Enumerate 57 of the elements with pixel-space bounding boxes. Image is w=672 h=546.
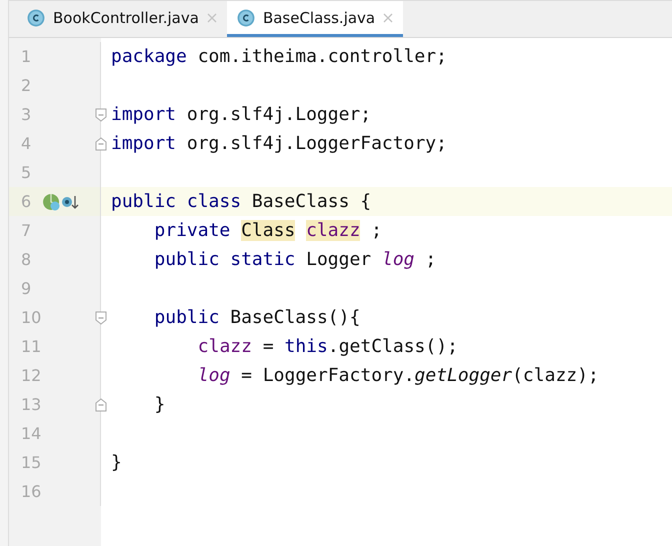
code-text: } — [111, 452, 122, 473]
line-number: 16 — [21, 482, 42, 501]
close-icon[interactable] — [383, 12, 394, 22]
keyword: public — [154, 307, 220, 328]
line-number: 4 — [21, 134, 32, 153]
line-number: 10 — [21, 308, 42, 327]
line-number: 13 — [21, 395, 42, 414]
field-name: log — [198, 365, 230, 386]
code-text: com.itheima.controller; — [196, 46, 447, 67]
fold-marker-icon[interactable] — [95, 136, 107, 150]
line-number: 9 — [21, 279, 32, 298]
keyword: class — [186, 191, 242, 212]
code-text: BaseClass(){ — [229, 307, 360, 328]
fold-marker-icon[interactable] — [95, 398, 107, 412]
code-text: } — [154, 394, 166, 415]
keyword: import — [111, 133, 176, 154]
line-number: 11 — [21, 337, 42, 356]
tab-label: BookController.java — [53, 8, 199, 26]
field-name: log — [382, 249, 414, 270]
keyword: private — [154, 220, 230, 241]
line-number: 12 — [21, 366, 42, 385]
field-name: clazz — [198, 336, 252, 357]
keyword: package — [111, 46, 187, 67]
line-number: 6 — [21, 192, 32, 211]
close-icon[interactable] — [206, 12, 217, 22]
code-text: .getClass(); — [328, 336, 458, 357]
code-text: = — [262, 336, 275, 357]
code-text: ; — [424, 249, 436, 270]
keyword: public — [111, 191, 176, 212]
class-icon — [236, 8, 255, 26]
code-text: org.slf4j.LoggerFactory; — [186, 133, 447, 154]
code-text: = LoggerFactory. — [240, 365, 415, 386]
line-number: 1 — [21, 47, 32, 66]
keyword: import — [111, 104, 176, 125]
line-number: 7 — [21, 221, 32, 240]
method-name: getLogger — [414, 365, 512, 386]
field-name: clazz — [306, 220, 360, 241]
line-number: 14 — [21, 424, 42, 443]
code-text: Logger — [305, 249, 372, 270]
tab-label: BaseClass.java — [262, 8, 376, 26]
editor-tab[interactable]: BookController.java — [17, 1, 227, 37]
keyword: this — [284, 336, 328, 357]
code-text: BaseClass { — [250, 191, 372, 212]
fold-marker-icon[interactable] — [95, 108, 107, 122]
code-text: org.slf4j.Logger; — [186, 104, 372, 125]
line-number: 15 — [21, 453, 42, 472]
fold-marker-icon[interactable] — [95, 310, 107, 324]
keyword: public static — [154, 249, 296, 270]
code-text: (clazz); — [512, 365, 599, 386]
editor-tab[interactable]: BaseClass.java — [226, 1, 404, 37]
line-number: 8 — [21, 250, 32, 269]
class-name: Class — [241, 220, 296, 241]
code-text: ; — [370, 220, 382, 241]
line-number: 3 — [21, 105, 32, 124]
class-icon — [27, 8, 45, 26]
line-number: 2 — [21, 76, 32, 95]
line-number: 5 — [21, 163, 32, 182]
